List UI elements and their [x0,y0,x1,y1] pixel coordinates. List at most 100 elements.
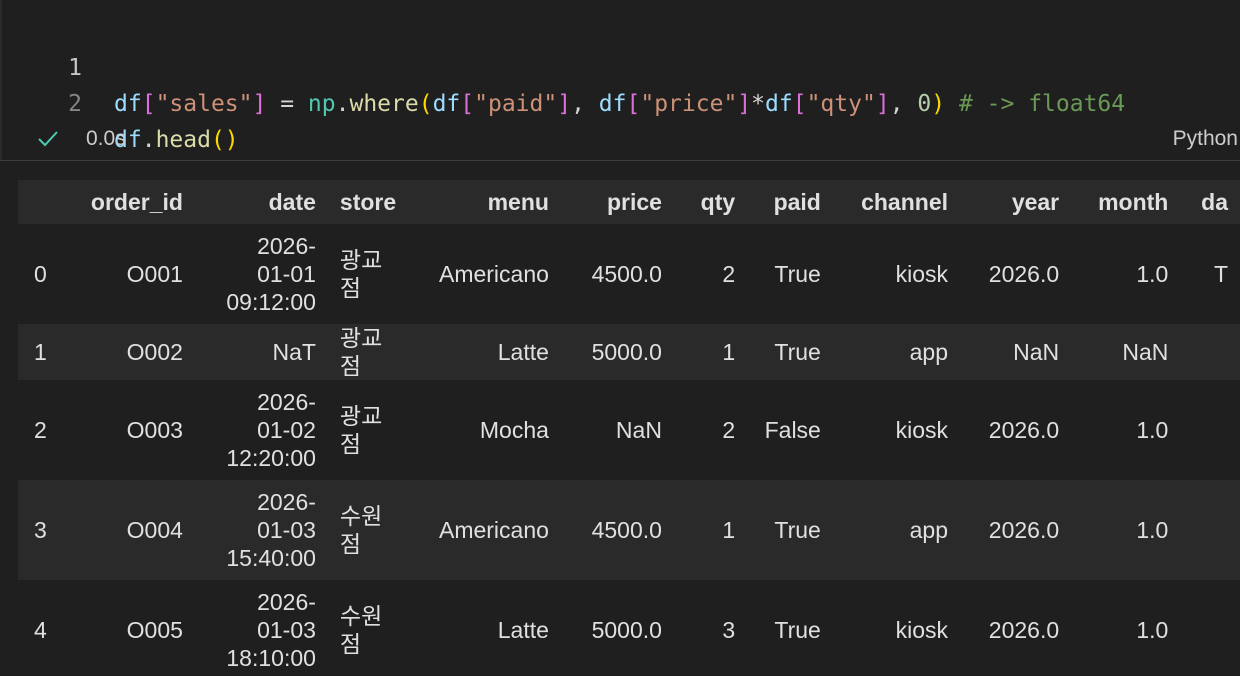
code-token: ) [931,91,946,117]
code-token: 0 [917,91,932,117]
table-cell: 2026- 01-03 18:10:00 [226,589,316,671]
table-cell: True [774,517,821,543]
table-cell: 2026- 01-02 12:20:00 [226,389,316,471]
table-cell: NaT [272,339,316,365]
table-cell: 2026.0 [988,417,1060,443]
table-cell: 1.0 [1136,417,1169,443]
code-token: ] [737,91,752,117]
table-cell [1180,380,1240,480]
table-cell: 2026- 01-01 09:12:00 [226,233,316,315]
table-cell: 1.0 [1136,517,1169,543]
column-header: month [1098,188,1169,215]
table-cell [1180,324,1240,380]
table-row: 0 O001 2026- 01-01 09:12:00 광교점 Americano 450… [18,224,1240,324]
code-token: , [571,91,599,117]
table-cell: 5000.0 [591,617,662,643]
header-row: order_id date store menu price qty paid channel… [18,180,1240,224]
table-cell: 2026.0 [988,517,1060,543]
table-cell: True [774,261,821,287]
table-cell: 2 [722,261,736,287]
table-cell: 광교점 [339,325,383,379]
table-cell: Americano [438,261,549,287]
table-cell: app [909,517,949,543]
code-token: ] [252,91,267,117]
code-token: "sales" [155,91,253,117]
table-cell: Latte [497,339,549,365]
code-token: ( [418,91,433,117]
table-cell: 1.0 [1136,617,1169,643]
line-number: 2 [68,91,82,117]
column-header: paid [773,188,821,215]
execution-time: 0.0s [86,127,126,150]
cell-divider [0,160,1240,161]
table-cell: O005 [126,617,183,643]
table-cell: 수원점 [339,503,383,557]
code-line-2[interactable]: 2 df.head() [2,50,239,153]
table-cell: 3 [722,617,736,643]
code-token: "price" [640,91,738,117]
code-token: * [751,91,766,117]
table-cell: T [1213,261,1228,287]
table-cell: 수원점 [339,603,383,657]
table-cell: 2 [722,417,736,443]
table-cell: kiosk [895,417,949,443]
row-index: 0 [34,261,47,287]
table-cell: 5000.0 [591,339,662,365]
code-token: [ [626,91,641,117]
table-cell: Latte [497,617,549,643]
code-token: "paid" [474,91,558,117]
table-cell: Americano [438,517,549,543]
code-cell[interactable]: 1 df["sales"] = np.where(df["paid"], df[… [0,0,1240,160]
table-cell: O001 [126,261,183,287]
column-header: price [606,188,662,215]
table-cell: 1.0 [1136,261,1169,287]
row-index: 1 [34,339,47,365]
code-token: df [114,91,142,117]
table-cell: 2026.0 [988,617,1060,643]
code-token: ] [875,91,890,117]
code-token: ] [557,91,572,117]
table-cell: O004 [126,517,183,543]
code-token: df [432,91,461,117]
table-cell: 2026- 01-03 15:40:00 [226,489,316,571]
kernel-language-label[interactable]: Python [1173,127,1238,151]
code-token: [ [460,91,475,117]
table-cell: 1 [722,517,736,543]
table-cell: 4500.0 [591,517,662,543]
code-token: [ [792,91,807,117]
column-header: store [339,188,397,215]
row-index: 3 [34,517,47,543]
table-row: 3 O004 2026- 01-03 15:40:00 수원점 Americano 450… [18,480,1240,580]
code-token: [ [141,91,156,117]
table-cell: 4500.0 [591,261,662,287]
table-row: 2 O003 2026- 01-02 12:20:00 광교점 Mocha NaN 2 Fal… [18,380,1240,480]
code-token: df [598,91,627,117]
table-cell: 광교점 [339,247,383,301]
row-index: 2 [34,417,47,443]
code-token: "qty" [806,91,876,117]
table-cell: kiosk [895,261,949,287]
table-cell: kiosk [895,617,949,643]
table-cell: True [774,617,821,643]
code-token: . [335,91,350,117]
table-cell: NaN [615,417,662,443]
code-line-1[interactable]: 1 df["sales"] = np.where(df["paid"], df[… [2,14,1125,117]
code-text-line-1: df["sales"] = np.where(df["paid"], df["p… [114,86,1125,122]
column-header: date [268,188,316,215]
column-header: channel [861,188,949,215]
table-cell: NaN [1122,339,1169,365]
dataframe-table: order_id date store menu price qty paid channel… [18,180,1240,676]
table-cell: app [909,339,949,365]
code-token: = [266,91,308,117]
table-row: 4 O005 2026- 01-03 18:10:00 수원점 Latte 5000.0 3… [18,580,1240,676]
code-token: where [349,91,419,117]
column-header: menu [487,188,549,215]
table-cell [1180,480,1240,580]
column-header: year [1011,188,1060,215]
check-icon [38,131,58,147]
cell-status-bar: 0.0s Python [2,120,1240,160]
table-cell [1180,580,1240,676]
table-row: 1 O002 NaT 광교점 Latte 5000.0 1 True app NaN NaN [18,324,1240,380]
column-header: order_id [90,188,183,215]
table-cell: False [764,417,821,443]
